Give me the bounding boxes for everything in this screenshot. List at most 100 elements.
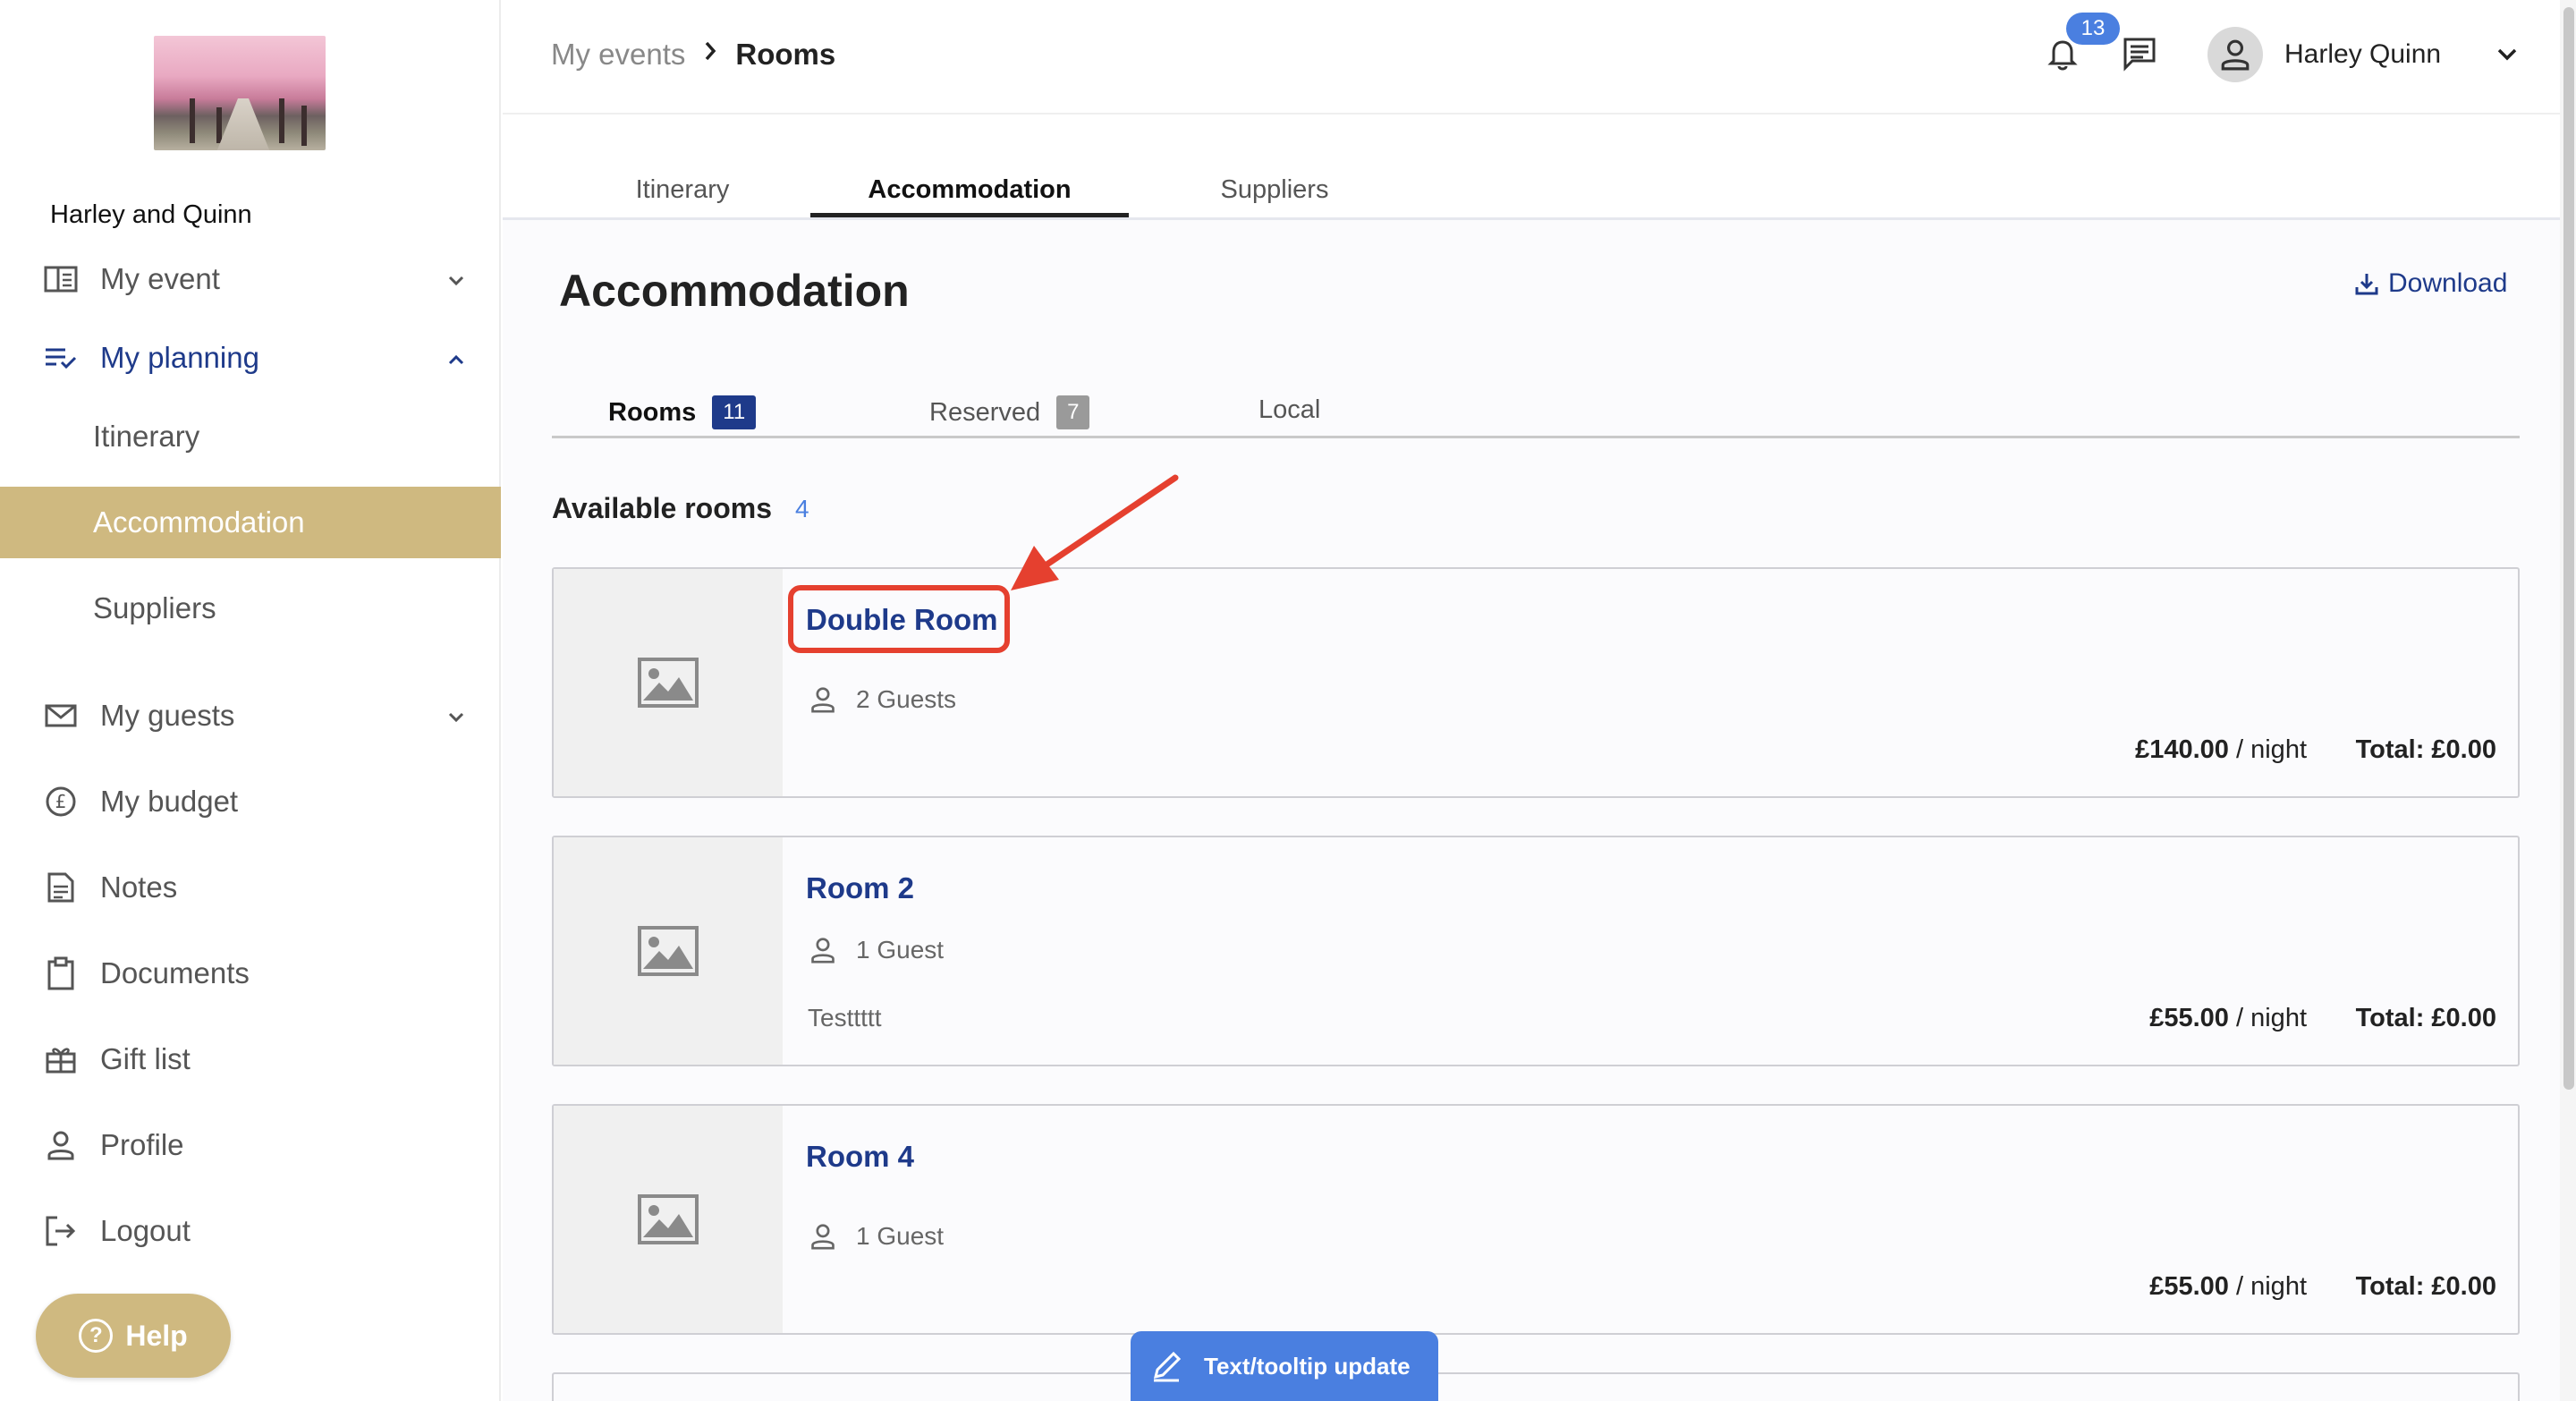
person-icon xyxy=(43,1127,79,1163)
help-button[interactable]: ? Help xyxy=(36,1294,231,1378)
pencil-icon xyxy=(1148,1348,1184,1384)
price-value: £55.00 xyxy=(2149,1272,2229,1301)
room-price: £55.00 / night xyxy=(2149,1004,2307,1033)
room-total: Total: £0.00 xyxy=(2355,1272,2496,1301)
tab-itinerary[interactable]: Itinerary xyxy=(615,175,750,205)
section-title-label: Available rooms xyxy=(552,492,773,524)
nav-profile[interactable]: Profile xyxy=(0,1109,501,1181)
room-total: Total: £0.00 xyxy=(2355,1004,2496,1032)
breadcrumb-my-events[interactable]: My events xyxy=(551,38,685,72)
annotation-highlight-box xyxy=(788,585,1010,653)
nav-label: Profile xyxy=(100,1128,184,1161)
logout-icon xyxy=(43,1213,79,1249)
section-count: 4 xyxy=(795,494,809,522)
gift-icon xyxy=(43,1041,79,1077)
person-icon xyxy=(809,686,836,713)
room-name-link[interactable]: Room 2 xyxy=(806,871,914,905)
help-label: Help xyxy=(125,1319,188,1352)
sub-suppliers[interactable]: Suppliers xyxy=(0,573,501,644)
nav-gift-list[interactable]: Gift list xyxy=(0,1023,501,1095)
active-tab-indicator xyxy=(810,213,1129,217)
toast-label: Text/tooltip update xyxy=(1204,1352,1411,1380)
checklist-icon xyxy=(43,340,79,376)
download-icon xyxy=(2354,271,2379,296)
tab-accommodation[interactable]: Accommodation xyxy=(810,175,1129,205)
guest-count: 1 Guest xyxy=(856,1222,945,1250)
subtab-label: Local xyxy=(1258,395,1321,424)
text-tooltip-update-button[interactable]: Text/tooltip update xyxy=(1131,1331,1438,1401)
room-price: £140.00 / night xyxy=(2135,735,2307,765)
nav-label: My event xyxy=(100,262,220,295)
nav-label: My planning xyxy=(100,341,259,374)
nav-documents[interactable]: Documents xyxy=(0,938,501,1009)
clipboard-icon xyxy=(43,955,79,991)
page-title: Accommodation xyxy=(559,266,910,316)
room-card[interactable]: Room 4 1 Guest £55.00 / night Total: £0.… xyxy=(552,1104,2520,1335)
nav-my-budget[interactable]: £ My budget xyxy=(0,766,501,837)
room-guests: 1 Guest xyxy=(809,936,944,964)
subtab-rooms[interactable]: Rooms 11 xyxy=(608,395,757,429)
chevron-down-icon xyxy=(444,267,469,292)
nav-label: Gift list xyxy=(100,1042,191,1075)
person-icon xyxy=(809,1223,836,1250)
breadcrumb: My events Rooms xyxy=(551,38,835,72)
room-subtabs: Rooms 11 Reserved 7 Local xyxy=(552,385,2520,438)
chat-icon[interactable] xyxy=(2120,34,2159,73)
nav-my-event[interactable]: My event xyxy=(0,243,501,315)
subtab-reserved[interactable]: Reserved 7 xyxy=(929,395,1090,429)
count-badge: 7 xyxy=(1056,395,1090,429)
section-title: Available rooms 4 xyxy=(552,492,809,525)
nav-logout[interactable]: Logout xyxy=(0,1195,501,1267)
svg-text:£: £ xyxy=(55,791,67,812)
price-value: £55.00 xyxy=(2149,1004,2229,1032)
download-label: Download xyxy=(2388,268,2508,298)
price-unit: / night xyxy=(2236,735,2307,764)
person-icon xyxy=(809,937,836,964)
nav-my-guests[interactable]: My guests xyxy=(0,680,501,751)
image-placeholder-icon xyxy=(554,569,783,796)
count-badge: 11 xyxy=(712,395,757,429)
room-description: Testtttt xyxy=(808,1004,882,1032)
room-name-link[interactable]: Room 4 xyxy=(806,1140,914,1174)
room-price: £55.00 / night xyxy=(2149,1272,2307,1302)
room-guests: 1 Guest xyxy=(809,1222,944,1251)
nav-label: My budget xyxy=(100,785,239,818)
sidebar: Harley and Quinn My event My planning It… xyxy=(0,0,501,1401)
pound-icon: £ xyxy=(43,784,79,819)
image-placeholder-icon xyxy=(554,837,783,1065)
price-unit: / night xyxy=(2236,1004,2307,1032)
tab-suppliers[interactable]: Suppliers xyxy=(1208,175,1342,205)
nav-label: Notes xyxy=(100,870,178,904)
nav-label: My guests xyxy=(100,699,235,732)
chevron-up-icon xyxy=(444,345,469,370)
question-icon: ? xyxy=(79,1319,114,1353)
main-tabs: Itinerary Accommodation Suppliers xyxy=(503,115,2560,220)
top-header: My events Rooms 13 Harley Quinn xyxy=(503,0,2576,115)
avatar[interactable] xyxy=(2207,27,2263,82)
room-total: Total: £0.00 xyxy=(2355,735,2496,764)
guest-count: 1 Guest xyxy=(856,936,945,964)
user-name[interactable]: Harley Quinn xyxy=(2284,39,2441,70)
guest-count: 2 Guests xyxy=(856,685,957,713)
nav-notes[interactable]: Notes xyxy=(0,852,501,923)
chevron-down-icon xyxy=(444,703,469,728)
notification-badge: 13 xyxy=(2066,13,2120,45)
sub-itinerary[interactable]: Itinerary xyxy=(0,401,501,472)
image-placeholder-icon xyxy=(554,1106,783,1333)
room-card[interactable] xyxy=(552,1372,2520,1401)
annotation-arrow-icon xyxy=(1011,474,1179,590)
sub-accommodation[interactable]: Accommodation xyxy=(0,487,501,558)
breadcrumb-rooms: Rooms xyxy=(735,38,836,71)
room-guests: 2 Guests xyxy=(809,685,956,714)
room-card[interactable]: Room 2 1 Guest Testtttt £55.00 / night T… xyxy=(552,836,2520,1066)
chevron-down-icon[interactable] xyxy=(2494,41,2521,68)
event-cover-image xyxy=(154,36,326,150)
scrollbar[interactable] xyxy=(2560,0,2576,1401)
subtab-local[interactable]: Local xyxy=(1258,395,1320,425)
subtab-label: Reserved xyxy=(929,397,1041,427)
download-button[interactable]: Download xyxy=(2354,268,2507,299)
notes-icon xyxy=(43,870,79,905)
nav-my-planning[interactable]: My planning xyxy=(0,322,501,394)
scrollbar-thumb[interactable] xyxy=(2563,7,2574,1090)
chevron-right-icon xyxy=(701,39,719,70)
